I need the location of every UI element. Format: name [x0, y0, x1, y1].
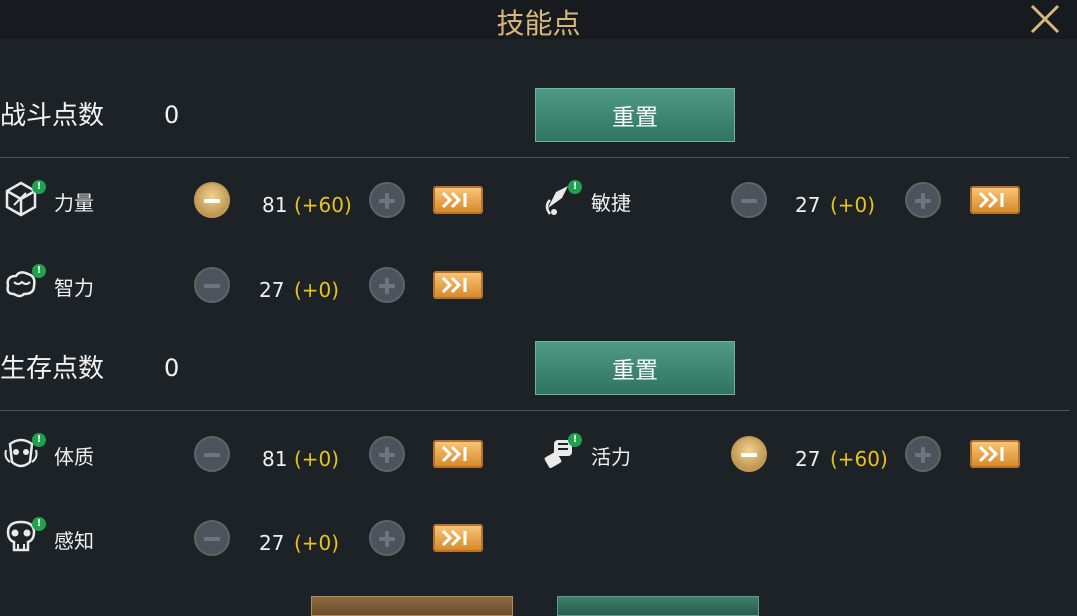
max-forward-icon — [978, 191, 1004, 209]
survival-points-value: 0 — [164, 354, 180, 382]
stat-name-intelligence: 智力 — [54, 276, 94, 300]
stat-name-agility: 敏捷 — [591, 191, 631, 215]
alert-badge-icon: ! — [32, 433, 46, 447]
constitution-plus-button[interactable] — [369, 436, 405, 472]
max-forward-icon — [441, 191, 467, 209]
strength-plus-button[interactable] — [369, 182, 405, 218]
constitution-bonus: (+0) — [294, 447, 340, 471]
constitution-value: 81 — [262, 447, 288, 471]
max-forward-icon — [441, 529, 467, 547]
survival-reset-button[interactable]: 重置 — [535, 341, 735, 395]
constitution-minus-button[interactable] — [194, 436, 230, 472]
agility-plus-button[interactable] — [905, 182, 941, 218]
minus-icon — [204, 453, 220, 457]
vitality-value: 27 — [795, 447, 821, 471]
max-forward-icon — [441, 276, 467, 294]
perception-max-button[interactable] — [433, 524, 483, 552]
intelligence-max-button[interactable] — [433, 271, 483, 299]
plus-icon-vertical — [385, 447, 389, 463]
perception-bonus: (+0) — [294, 531, 340, 555]
strength-max-button[interactable] — [433, 186, 483, 214]
plus-icon-vertical — [385, 278, 389, 294]
section-divider — [0, 410, 1070, 411]
minus-icon — [204, 537, 220, 541]
plus-icon-vertical — [921, 447, 925, 463]
intelligence-value: 27 — [259, 278, 285, 302]
stat-name-perception: 感知 — [54, 529, 94, 553]
intelligence-plus-button[interactable] — [369, 267, 405, 303]
agility-max-button[interactable] — [970, 186, 1020, 214]
minus-icon — [741, 199, 757, 203]
close-button[interactable] — [1028, 2, 1062, 36]
alert-badge-icon: ! — [568, 180, 582, 194]
constitution-max-button[interactable] — [433, 440, 483, 468]
bottom-confirm-button[interactable] — [557, 596, 759, 616]
max-forward-icon — [978, 445, 1004, 463]
page-title: 技能点 — [496, 7, 581, 40]
stat-name-vitality: 活力 — [591, 445, 631, 469]
close-icon — [1030, 4, 1060, 34]
stat-name-strength: 力量 — [54, 191, 94, 215]
perception-plus-button[interactable] — [369, 520, 405, 556]
vitality-plus-button[interactable] — [905, 436, 941, 472]
stat-name-constitution: 体质 — [54, 445, 94, 469]
intelligence-bonus: (+0) — [294, 278, 340, 302]
intelligence-minus-button[interactable] — [194, 267, 230, 303]
combat-points-value: 0 — [164, 101, 180, 129]
strength-minus-button[interactable] — [194, 182, 230, 218]
alert-badge-icon: ! — [32, 264, 46, 278]
combat-points-label: 战斗点数 — [0, 101, 105, 131]
perception-value: 27 — [259, 531, 285, 555]
agility-minus-button[interactable] — [731, 182, 767, 218]
vitality-max-button[interactable] — [970, 440, 1020, 468]
agility-value: 27 — [795, 193, 821, 217]
agility-bonus: (+0) — [830, 193, 876, 217]
minus-icon — [741, 453, 757, 457]
strength-value: 81 — [262, 193, 288, 217]
minus-icon — [204, 199, 220, 203]
plus-icon-vertical — [385, 193, 389, 209]
combat-reset-button[interactable]: 重置 — [535, 88, 735, 142]
alert-badge-icon: ! — [32, 517, 46, 531]
survival-points-label: 生存点数 — [0, 354, 105, 384]
vitality-minus-button[interactable] — [731, 436, 767, 472]
minus-icon — [204, 284, 220, 288]
strength-bonus: (+60) — [294, 193, 352, 217]
bottom-cancel-button[interactable] — [311, 596, 513, 616]
vitality-bonus: (+60) — [830, 447, 888, 471]
alert-badge-icon: ! — [32, 180, 46, 194]
perception-minus-button[interactable] — [194, 520, 230, 556]
plus-icon-vertical — [921, 193, 925, 209]
max-forward-icon — [441, 445, 467, 463]
section-divider — [0, 157, 1070, 158]
alert-badge-icon: ! — [568, 433, 582, 447]
plus-icon-vertical — [385, 531, 389, 547]
